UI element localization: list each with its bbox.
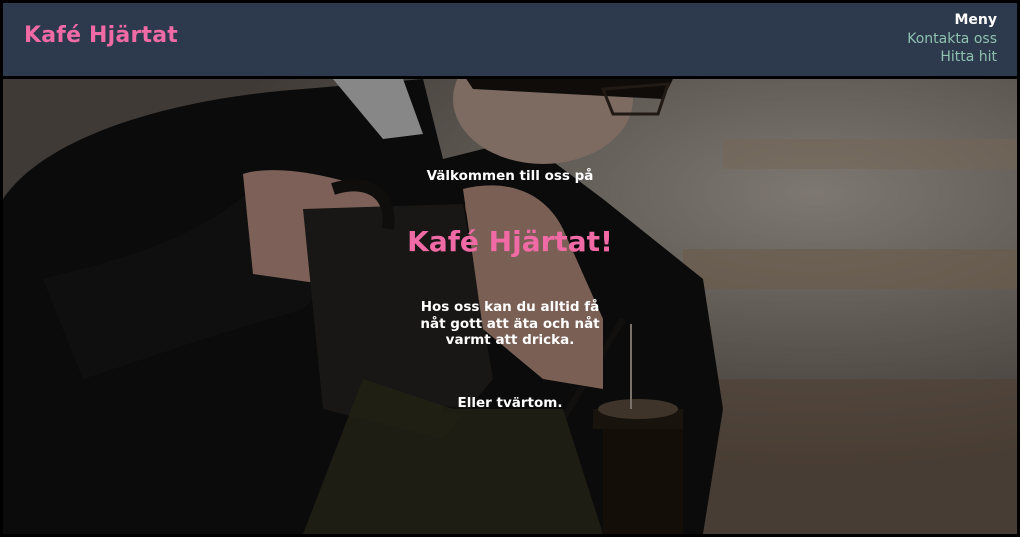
page-frame: Kafé Hjärtat Meny Kontakta oss Hitta hit	[0, 0, 1020, 537]
hero-tagline: Eller tvärtom.	[457, 395, 563, 411]
nav-title-meny[interactable]: Meny	[907, 11, 997, 30]
hero-welcome-text: Välkommen till oss på	[426, 168, 594, 184]
nav-link-hitta-hit[interactable]: Hitta hit	[907, 48, 997, 67]
brand-logo[interactable]: Kafé Hjärtat	[24, 23, 178, 48]
main-nav: Meny Kontakta oss Hitta hit	[907, 11, 997, 67]
hero-section: Välkommen till oss på Kafé Hjärtat! Hos …	[3, 79, 1017, 534]
nav-link-kontakta-oss[interactable]: Kontakta oss	[907, 30, 997, 49]
site-header: Kafé Hjärtat Meny Kontakta oss Hitta hit	[3, 3, 1017, 76]
hero-content: Välkommen till oss på Kafé Hjärtat! Hos …	[3, 79, 1017, 534]
hero-title: Kafé Hjärtat!	[407, 225, 613, 258]
hero-description: Hos oss kan du alltid få nåt gott att ät…	[420, 299, 600, 348]
